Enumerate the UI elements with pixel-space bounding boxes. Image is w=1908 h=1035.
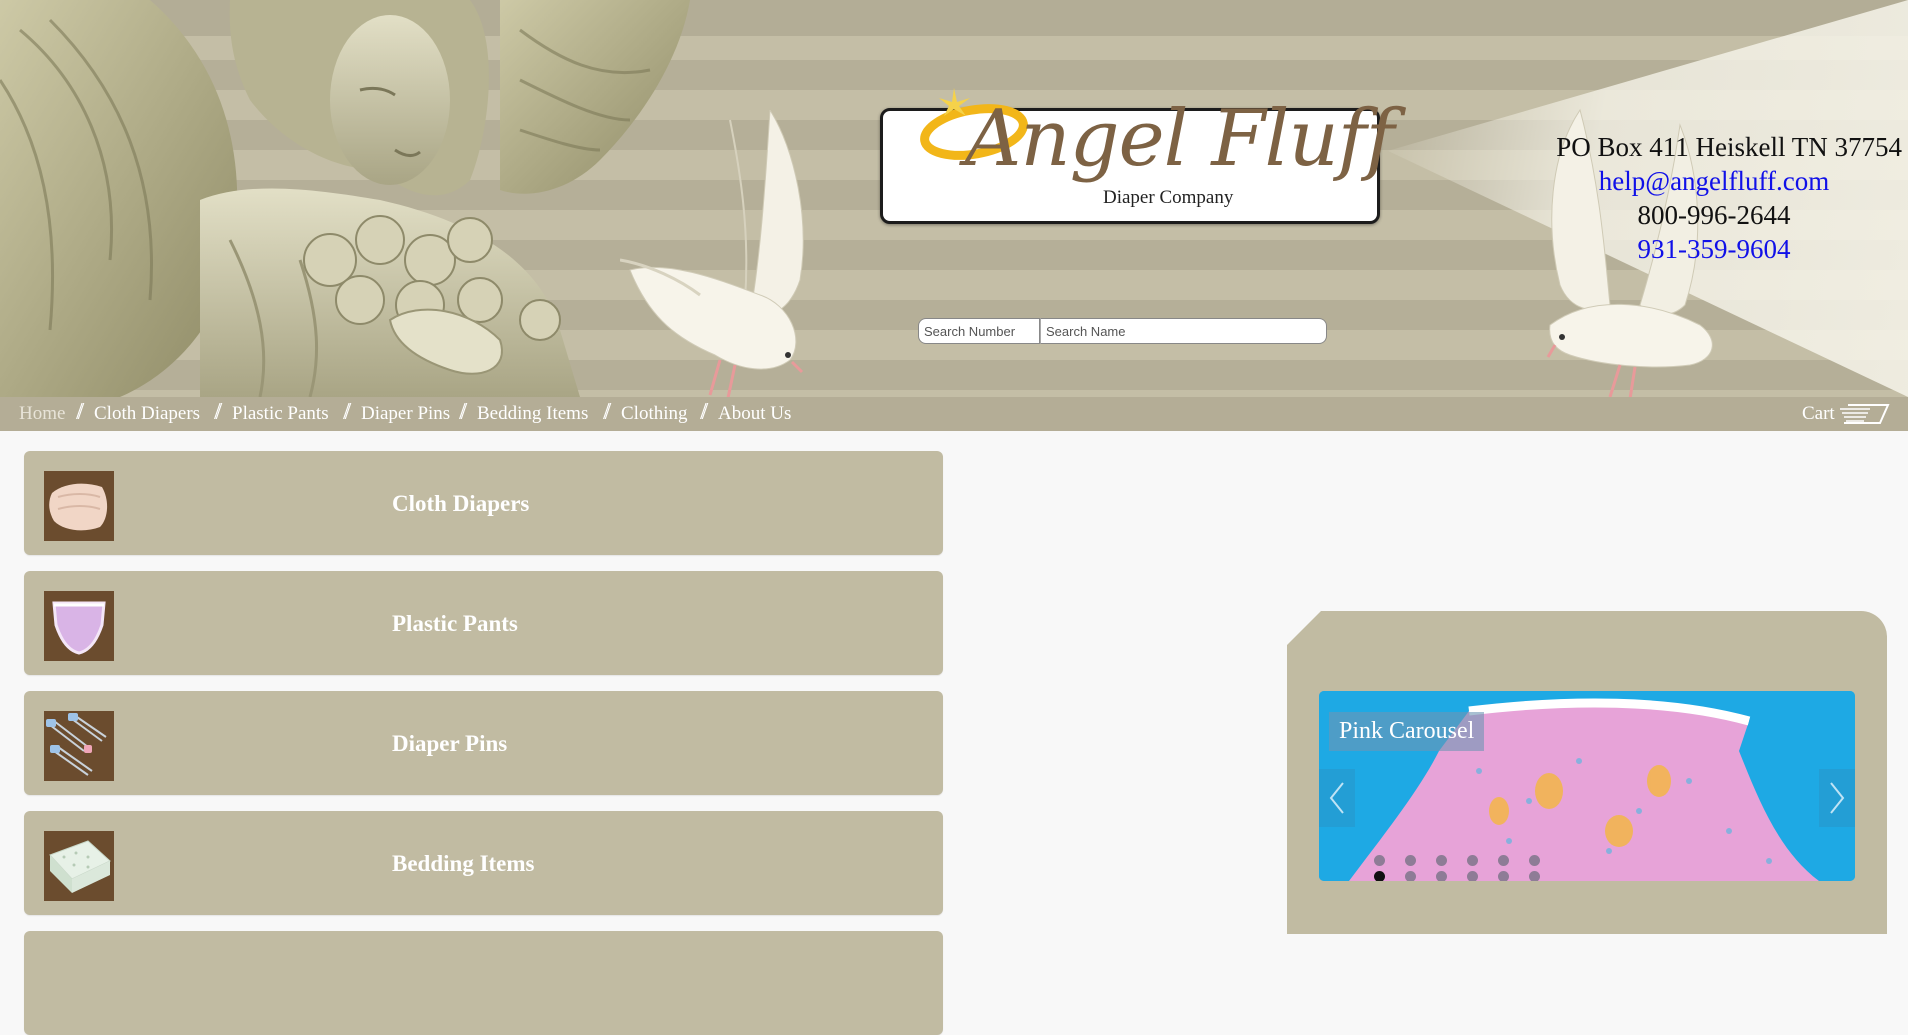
nav-separator: // bbox=[343, 399, 352, 425]
cart-icon[interactable] bbox=[1840, 403, 1890, 425]
chevron-right-icon bbox=[1830, 782, 1845, 814]
chevron-left-icon bbox=[1329, 782, 1344, 814]
diaper-pins-thumbnail bbox=[44, 711, 114, 781]
product-slider[interactable]: Pink Carousel bbox=[1319, 691, 1855, 881]
slider-dot[interactable] bbox=[1467, 855, 1478, 866]
search-number-input[interactable] bbox=[918, 318, 1040, 344]
nav-separator: // bbox=[76, 399, 85, 425]
nav-separator: // bbox=[603, 399, 612, 425]
slider-dot[interactable] bbox=[1467, 871, 1478, 881]
contact-phone-1: 800-996-2644 bbox=[1637, 200, 1791, 230]
angel-statue-image bbox=[0, 0, 690, 397]
dove-left-image bbox=[620, 110, 804, 397]
nav-item-plastic-pants[interactable]: Plastic Pants bbox=[232, 403, 329, 425]
slider-dot[interactable] bbox=[1529, 871, 1540, 881]
contact-block: PO Box 411 Heiskell TN 37754 help@angelf… bbox=[1520, 130, 1908, 266]
category-diaper-pins[interactable]: Diaper Pins bbox=[24, 691, 943, 795]
nav-item-diaper-pins[interactable]: Diaper Pins bbox=[361, 403, 450, 425]
slider-dot[interactable] bbox=[1498, 871, 1509, 881]
main-nav: Home // Cloth Diapers // Plastic Pants /… bbox=[0, 397, 1908, 431]
slider-prev-button[interactable] bbox=[1319, 769, 1355, 827]
plastic-pants-thumbnail bbox=[44, 591, 114, 661]
nav-item-home[interactable]: Home bbox=[19, 403, 65, 425]
slider-dot[interactable] bbox=[1498, 855, 1509, 866]
nav-separator: // bbox=[214, 399, 223, 425]
logo-title[interactable]: Angel Fluff bbox=[965, 100, 1394, 178]
logo-subtitle: Diaper Company bbox=[1103, 187, 1234, 208]
contact-email-link[interactable]: help@angelfluff.com bbox=[1599, 166, 1830, 196]
slider-dot[interactable] bbox=[1405, 855, 1416, 866]
slider-next-button[interactable] bbox=[1819, 769, 1855, 827]
bedding-pad-thumbnail bbox=[44, 831, 114, 901]
category-label: Plastic Pants bbox=[392, 611, 518, 636]
slide-caption: Pink Carousel bbox=[1329, 712, 1485, 751]
slider-dot[interactable] bbox=[1436, 871, 1447, 881]
slider-dot[interactable] bbox=[1374, 855, 1385, 866]
slider-dot[interactable] bbox=[1405, 871, 1416, 881]
nav-item-about-us[interactable]: About Us bbox=[718, 403, 791, 425]
nav-separator: // bbox=[700, 399, 709, 425]
cart-link[interactable]: Cart bbox=[1802, 403, 1835, 425]
category-label: Cloth Diapers bbox=[392, 491, 530, 516]
slider-dot[interactable] bbox=[1436, 855, 1447, 866]
nav-item-clothing[interactable]: Clothing bbox=[621, 403, 688, 425]
contact-phone-2-link[interactable]: 931-359-9604 bbox=[1638, 234, 1791, 264]
slider-dot[interactable] bbox=[1529, 855, 1540, 866]
slider-dot-active[interactable] bbox=[1374, 871, 1385, 881]
nav-separator: // bbox=[459, 399, 468, 425]
category-label: Bedding Items bbox=[392, 851, 535, 876]
search-name-input[interactable] bbox=[1040, 318, 1327, 344]
contact-address: PO Box 411 Heiskell TN 37754 bbox=[1556, 132, 1902, 162]
category-plastic-pants[interactable]: Plastic Pants bbox=[24, 571, 943, 675]
category-next-partial[interactable] bbox=[24, 931, 943, 1035]
category-bedding-items[interactable]: Bedding Items bbox=[24, 811, 943, 915]
folded-diaper-thumbnail bbox=[44, 471, 114, 541]
nav-item-cloth-diapers[interactable]: Cloth Diapers bbox=[94, 403, 200, 425]
category-cloth-diapers[interactable]: Cloth Diapers bbox=[24, 451, 943, 555]
nav-item-bedding-items[interactable]: Bedding Items bbox=[477, 403, 588, 425]
category-label: Diaper Pins bbox=[392, 731, 508, 756]
